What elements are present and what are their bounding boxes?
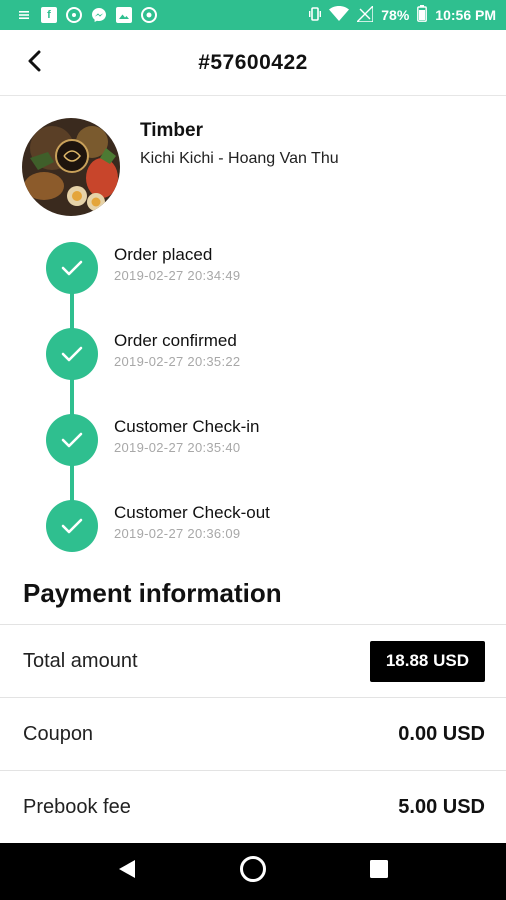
restaurant-name: Timber xyxy=(140,120,204,141)
check-icon xyxy=(46,500,98,552)
messenger-icon xyxy=(91,7,107,23)
no-signal-icon xyxy=(355,3,374,25)
payment-heading: Payment information xyxy=(23,578,282,608)
notification-icon xyxy=(66,7,82,23)
prebook-fee-label: Prebook fee xyxy=(23,795,131,818)
system-nav-bar xyxy=(0,843,506,900)
record-icon xyxy=(141,7,157,23)
order-number-title: #57600422 xyxy=(198,50,308,74)
timeline-step-title: Customer Check-out xyxy=(114,503,270,522)
gallery-icon xyxy=(116,7,132,23)
nav-home-button[interactable] xyxy=(233,852,273,892)
prebook-fee-value: 5.00 USD xyxy=(398,795,485,818)
timeline-step: Order placed 2019-02-27 20:34:49 xyxy=(46,242,486,328)
total-amount-value: 18.88 USD xyxy=(369,640,485,682)
timeline-step-text: Customer Check-in 2019-02-27 20:35:40 xyxy=(114,414,260,500)
timeline-step-text: Customer Check-out 2019-02-27 20:36:09 xyxy=(114,500,270,586)
timeline-step-time: 2019-02-27 20:34:49 xyxy=(114,268,241,283)
order-detail-screen: f 78% 10:56 PM #57600422 Timber Kichi Ki… xyxy=(0,0,506,900)
prebook-fee-row: Prebook fee 5.00 USD xyxy=(0,770,506,843)
nav-recents-button[interactable] xyxy=(359,852,399,892)
wifi-icon xyxy=(329,6,350,24)
coupon-row: Coupon 0.00 USD xyxy=(0,697,506,770)
timeline-step-text: Order confirmed 2019-02-27 20:35:22 xyxy=(114,328,240,414)
chevron-left-icon xyxy=(27,50,41,77)
system-status: 78% 10:56 PM xyxy=(309,3,496,25)
timeline-step-time: 2019-02-27 20:35:40 xyxy=(114,440,241,455)
timeline-step-time: 2019-02-27 20:35:22 xyxy=(114,354,241,369)
timeline-step-title: Order confirmed xyxy=(114,331,237,350)
status-bar: f 78% 10:56 PM xyxy=(0,0,506,30)
order-status-timeline: Order placed 2019-02-27 20:34:49 Order c… xyxy=(46,242,486,586)
clock: 10:56 PM xyxy=(435,7,496,23)
timeline-step-title: Customer Check-in xyxy=(114,417,260,436)
restaurant-avatar xyxy=(22,118,120,216)
timeline-step-text: Order placed 2019-02-27 20:34:49 xyxy=(114,242,240,328)
restaurant-branch: Kichi Kichi - Hoang Van Thu xyxy=(140,150,339,167)
battery-icon xyxy=(417,5,428,25)
check-icon xyxy=(46,328,98,380)
battery-percent: 78% xyxy=(381,7,410,23)
back-button[interactable] xyxy=(18,47,50,79)
recents-square-icon xyxy=(370,860,388,883)
back-triangle-icon xyxy=(118,859,136,884)
app-header: #57600422 xyxy=(0,30,506,96)
overflow-icon xyxy=(16,7,32,23)
check-icon xyxy=(46,414,98,466)
total-amount-label: Total amount xyxy=(23,649,138,672)
vibrate-icon xyxy=(309,6,322,24)
restaurant-info: Timber Kichi Kichi - Hoang Van Thu xyxy=(140,118,339,216)
timeline-step: Customer Check-out 2019-02-27 20:36:09 xyxy=(46,500,486,586)
coupon-label: Coupon xyxy=(23,722,94,745)
timeline-step: Order confirmed 2019-02-27 20:35:22 xyxy=(46,328,486,414)
timeline-step-title: Order placed xyxy=(114,245,213,264)
total-amount-row: Total amount 18.88 USD xyxy=(0,624,506,697)
nav-back-button[interactable] xyxy=(107,852,147,892)
coupon-value: 0.00 USD xyxy=(398,722,485,745)
facebook-icon: f xyxy=(41,7,57,23)
check-icon xyxy=(46,242,98,294)
home-circle-icon xyxy=(239,855,267,888)
timeline-step: Customer Check-in 2019-02-27 20:35:40 xyxy=(46,414,486,500)
restaurant-card: Timber Kichi Kichi - Hoang Van Thu xyxy=(22,118,339,216)
timeline-step-time: 2019-02-27 20:36:09 xyxy=(114,526,241,541)
notification-icons: f xyxy=(16,7,157,23)
